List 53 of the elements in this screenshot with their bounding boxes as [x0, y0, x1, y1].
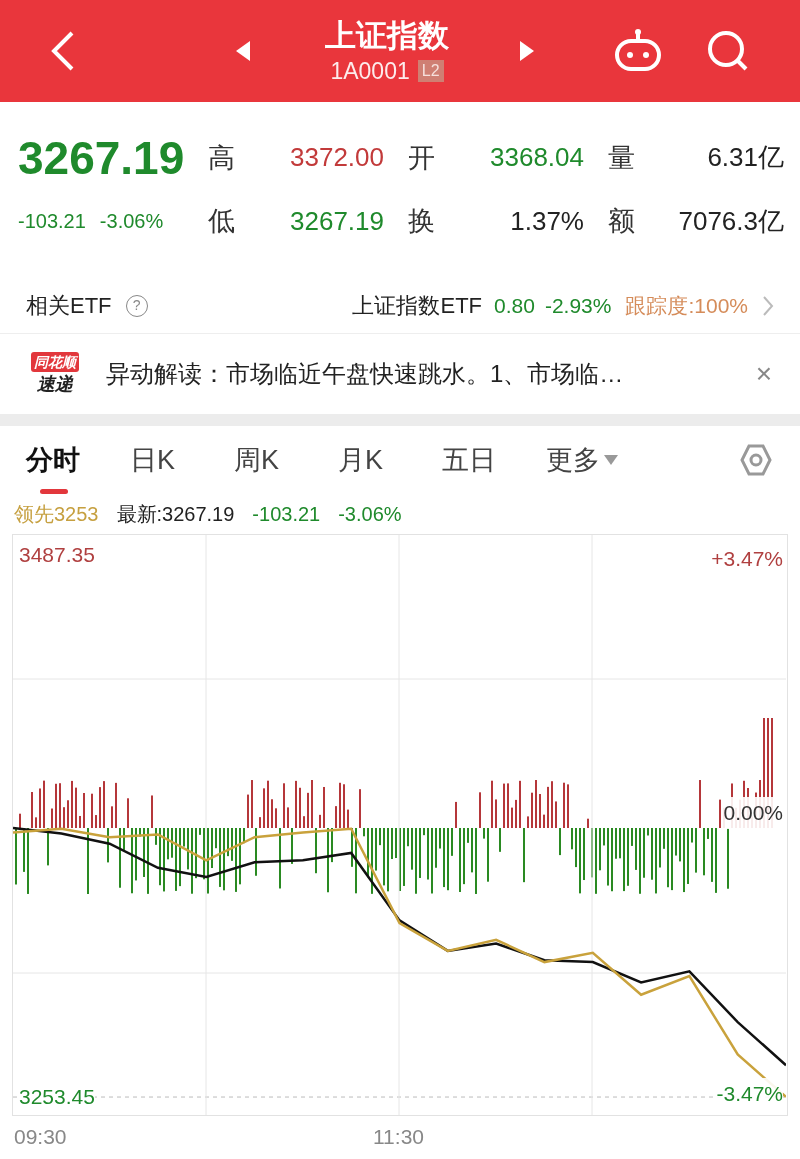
chart-percent: -3.06%	[338, 502, 402, 527]
left-triangle-icon	[235, 40, 251, 62]
chart-tab[interactable]: 更多	[546, 426, 650, 494]
logo-bottom-text: 速递	[37, 373, 73, 396]
settings-button[interactable]	[738, 442, 774, 478]
right-triangle-icon	[519, 40, 535, 62]
time-label: 11:30	[373, 1124, 424, 1150]
etf-row[interactable]: 相关ETF ? 上证指数ETF 0.80 -2.93% 跟踪度:100%	[0, 278, 800, 334]
etf-change: -2.93%	[544, 292, 612, 319]
stat-value: 1.37%	[509, 204, 584, 238]
price-change: -103.21	[18, 209, 86, 234]
index-code: 1A0001	[330, 57, 410, 86]
stat-label: 低	[208, 204, 236, 238]
logo-top-text: 同花顺	[31, 352, 79, 372]
stat-value: 3372.00	[289, 141, 384, 175]
close-button[interactable]: ×	[752, 353, 776, 395]
stat-label: 开	[408, 141, 436, 175]
level-badge: L2	[417, 60, 444, 82]
back-icon	[50, 30, 76, 72]
percent-change: -3.06%	[99, 209, 164, 234]
robot-button[interactable]	[614, 28, 662, 74]
stat-value: 6.31亿	[706, 141, 784, 175]
chart-tab[interactable]: 周K	[234, 426, 338, 494]
chart-tab[interactable]: 日K	[130, 426, 234, 494]
stat-value: 3368.04	[489, 141, 584, 175]
leading-index: 领先3253	[14, 502, 99, 527]
chart-tab[interactable]: 分时	[26, 426, 130, 494]
etf-label: 相关ETF	[26, 292, 112, 320]
etf-price: 0.80	[494, 292, 535, 319]
search-icon	[707, 30, 749, 72]
stat-value: 7076.3亿	[677, 204, 784, 238]
news-headline: 异动解读：市场临近午盘快速跳水。1、市场临…	[106, 359, 625, 389]
chevron-right-icon	[762, 294, 774, 317]
stat-label: 换	[408, 204, 436, 238]
settings-icon	[739, 443, 773, 477]
robot-icon	[614, 29, 662, 73]
stat-label: 高	[208, 141, 236, 175]
index-price: 3267.19	[18, 130, 186, 185]
chart-tab[interactable]: 五日	[442, 426, 546, 494]
etf-name: 上证指数ETF	[352, 292, 483, 320]
stat-label: 额	[608, 204, 636, 238]
stat-label: 量	[608, 141, 636, 175]
caret-icon	[604, 455, 618, 465]
axis-label: 0.00%	[723, 797, 783, 829]
chart-change: -103.21	[252, 502, 321, 527]
tracking-rate: 跟踪度:100%	[625, 292, 748, 319]
time-label: 09:30	[14, 1124, 67, 1150]
search-button[interactable]	[706, 29, 750, 73]
page-title: 上证指数	[325, 17, 449, 55]
stat-value: 3267.19	[289, 204, 384, 238]
chart-tab[interactable]: 月K	[338, 426, 442, 494]
latest-price: 最新:3267.19	[116, 502, 235, 527]
news-row[interactable]: 同花顺 速递 异动解读：市场临近午盘快速跳水。1、市场临… ×	[0, 334, 800, 414]
